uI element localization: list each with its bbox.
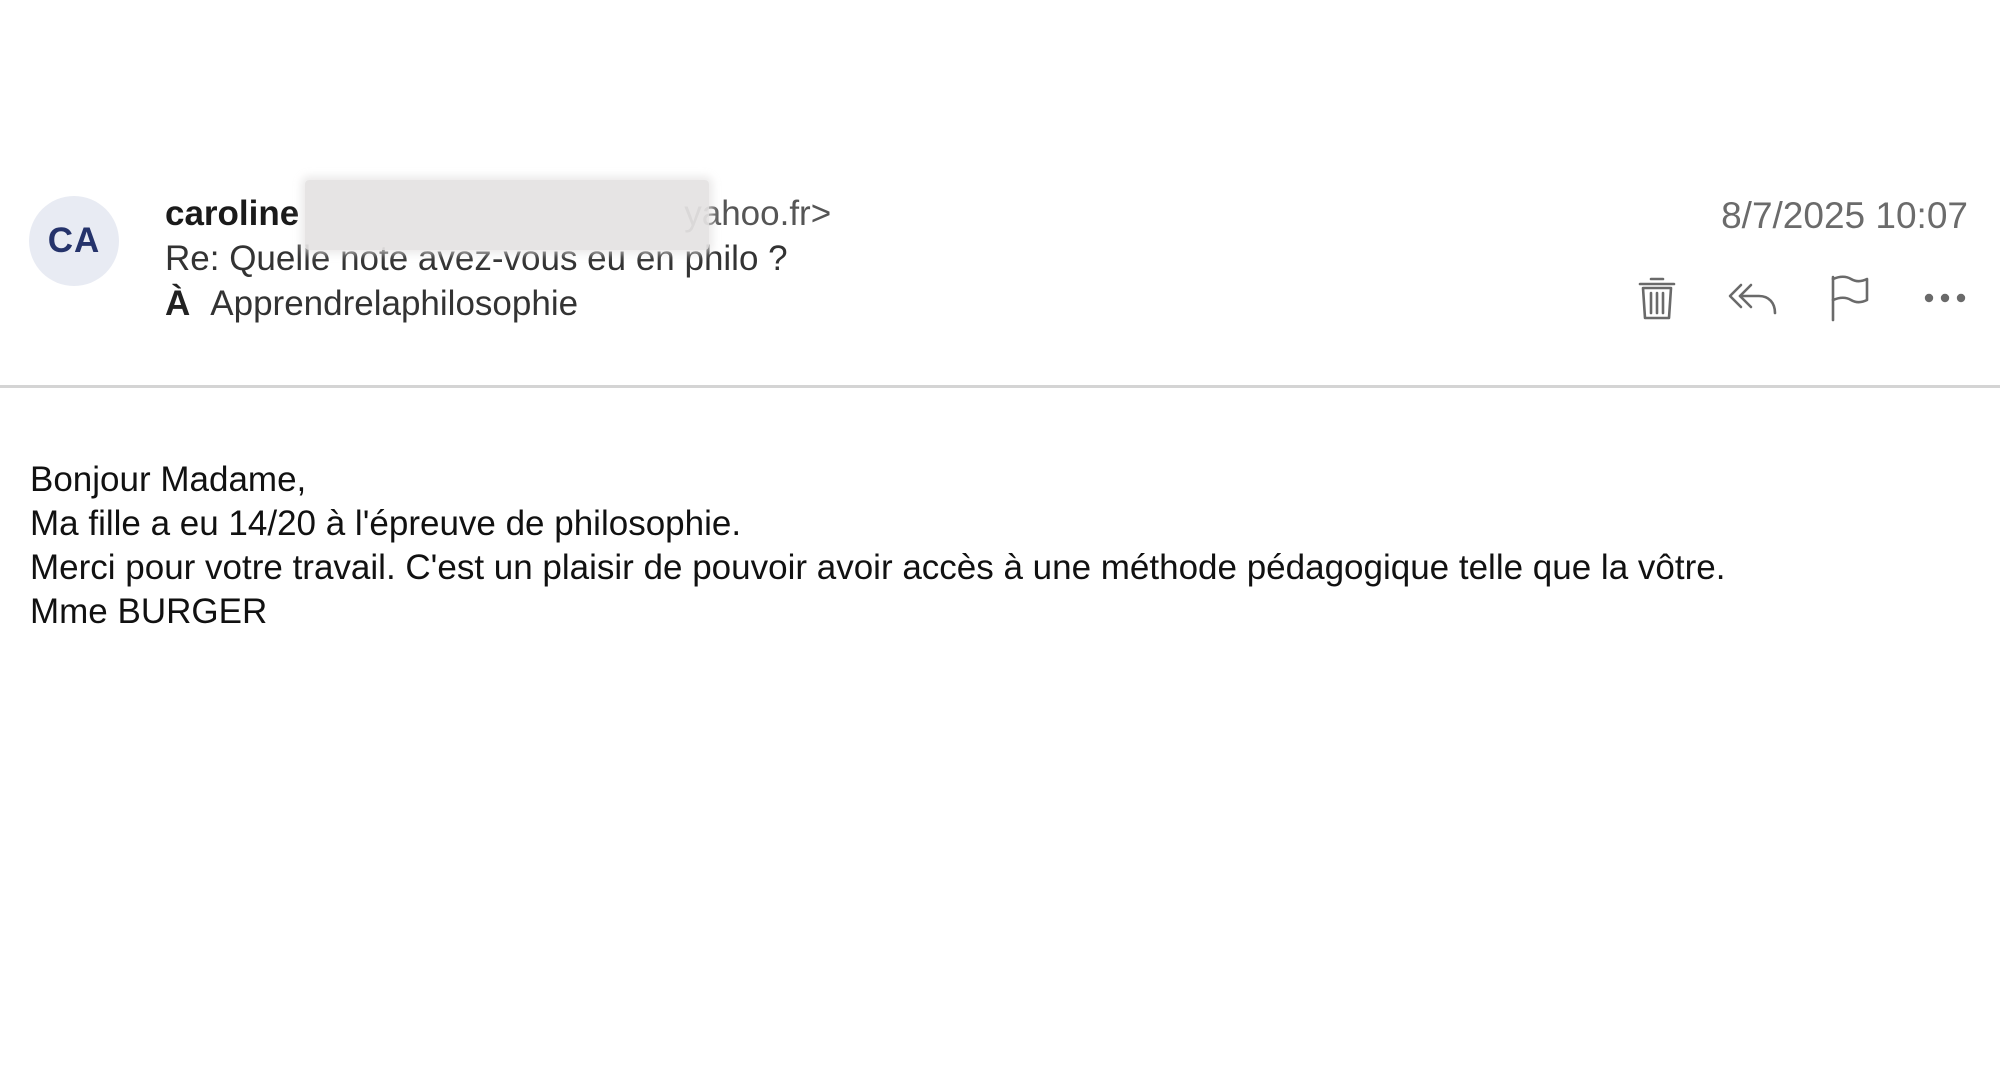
redaction-overlay — [305, 180, 709, 250]
body-signature: Mme BURGER — [30, 592, 268, 631]
email-view: CA caroline yahoo.fr> Re: Quelle note ave… — [0, 0, 2000, 1080]
more-horizontal-icon — [1924, 293, 1966, 303]
trash-icon — [1638, 277, 1676, 320]
recipient-line: À Apprendrelaphilosophie — [165, 281, 831, 326]
flag-button[interactable] — [1819, 268, 1879, 328]
recipient-name[interactable]: Apprendrelaphilosophie — [210, 284, 578, 323]
message-header: caroline yahoo.fr> Re: Quelle note avez-v… — [165, 180, 831, 326]
flag-icon — [1831, 275, 1869, 322]
body-line: Ma fille a eu 14/20 à l'épreuve de philo… — [30, 504, 742, 543]
delete-button[interactable] — [1627, 268, 1687, 328]
avatar: CA — [29, 196, 119, 286]
recipient-prefix: À — [165, 284, 191, 323]
reply-all-icon — [1728, 283, 1777, 315]
body-line: Merci pour votre travail. C'est un plais… — [30, 548, 1726, 587]
message-body: Bonjour Madame, Ma fille a eu 14/20 à l'… — [30, 458, 1860, 634]
message-actions — [1591, 268, 1975, 328]
body-greeting: Bonjour Madame, — [30, 460, 307, 499]
timestamp: 8/7/2025 10:07 — [1721, 195, 1968, 236]
sender-line: caroline yahoo.fr> — [165, 180, 831, 250]
header-divider — [0, 385, 2000, 388]
reply-all-button[interactable] — [1723, 268, 1783, 328]
sender-name[interactable]: caroline — [165, 194, 299, 233]
more-button[interactable] — [1915, 268, 1975, 328]
